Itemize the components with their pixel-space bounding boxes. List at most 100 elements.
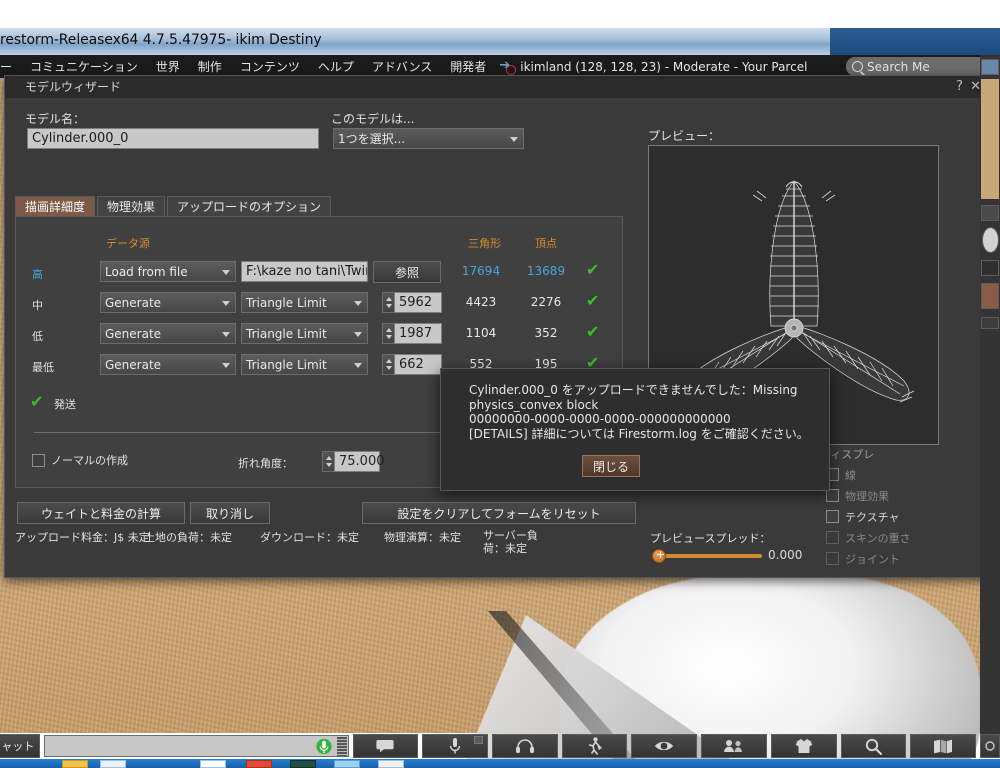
toolbar-button-move[interactable] <box>561 734 628 758</box>
toolbar-button-appearance[interactable] <box>770 734 837 758</box>
chevron-down-icon <box>354 301 362 306</box>
lod-row-label-low: 低 <box>32 330 43 343</box>
checkbox-box-icon <box>826 552 839 565</box>
tab-physics[interactable]: 物理効果 <box>97 196 166 217</box>
lod-spinner-lowest[interactable]: 662 <box>382 354 442 375</box>
taskbar-item-3[interactable] <box>200 760 226 768</box>
taskbar-item-7[interactable] <box>378 760 404 768</box>
taskbar-item-2[interactable] <box>100 760 126 768</box>
lod-limit-select-medium[interactable]: Triangle Limit <box>241 292 368 313</box>
chat-button[interactable]: ャット <box>0 734 40 758</box>
sidebar-icon-3[interactable] <box>981 260 999 276</box>
taskbar-item-6[interactable] <box>334 760 360 768</box>
lod-limit-number-lowest[interactable]: 662 <box>394 354 442 375</box>
microphone-icon <box>449 738 461 754</box>
taskbar-item-4[interactable] <box>246 760 272 768</box>
display-option-skin-weight: スキンの重さ <box>820 529 960 546</box>
error-line-2: physics_convex block <box>469 397 599 412</box>
tab-upload-options[interactable]: アップロードのオプション <box>167 196 332 217</box>
toolbar-button-people[interactable] <box>701 734 767 758</box>
search-icon <box>865 738 883 755</box>
display-option-physics[interactable]: 物理効果 <box>820 487 960 504</box>
shirt-icon <box>795 739 812 753</box>
spinner-arrows-icon[interactable] <box>382 323 394 344</box>
toolbar-button-view[interactable] <box>631 734 698 758</box>
model-kind-select[interactable]: 1つを選択... <box>333 128 524 149</box>
toolbar-button-search[interactable] <box>840 734 907 758</box>
sidebar-icon-4[interactable] <box>981 283 999 309</box>
cancel-button[interactable]: 取り消し <box>190 502 270 524</box>
error-close-button[interactable]: 閉じる <box>582 455 640 477</box>
lod-source-select-medium[interactable]: Generate <box>100 292 236 313</box>
toolbar-button-chat[interactable] <box>352 734 419 758</box>
chat-input[interactable] <box>43 735 349 757</box>
lod-file-path-high[interactable]: F:\kaze no tani\Twin To <box>241 261 368 282</box>
calculate-weights-button[interactable]: ウェイトと料金の計算 <box>17 502 185 524</box>
microphone-icon[interactable] <box>315 737 332 756</box>
lod-limit-number-low[interactable]: 1987 <box>394 323 442 344</box>
lod-source-select-low[interactable]: Generate <box>100 323 236 344</box>
preview-spread-value: 0.000 <box>768 548 803 562</box>
screen-root: restorm-Releasex64 4.7.5.47975- ikim Des… <box>0 0 1000 768</box>
chevron-down-icon <box>222 270 230 275</box>
model-name-input[interactable]: Cylinder.000_0 <box>27 128 319 149</box>
display-option-textures[interactable]: テクスチャ <box>820 508 960 525</box>
reset-form-button[interactable]: 設定をクリアしてフォームをリセット <box>362 502 636 524</box>
status-download: ダウンロード：未定 <box>260 531 359 544</box>
browse-button-high[interactable]: 参照 <box>373 261 441 283</box>
display-option-skin-weight-label: スキンの重さ <box>845 531 911 545</box>
lod-limit-value-medium: Triangle Limit <box>246 295 327 310</box>
upload-error-dialog[interactable]: Cylinder.000_0 をアップロードできませんでした：Missing p… <box>440 368 830 491</box>
toolbar-button-map[interactable] <box>910 734 977 758</box>
search-input[interactable]: Search Me <box>846 57 996 76</box>
lod-source-value-lowest: Generate <box>105 357 162 372</box>
taskbar-item-5[interactable] <box>290 760 316 768</box>
upload-error-message: Cylinder.000_0 をアップロードできませんでした：Missing p… <box>469 383 809 441</box>
sidebar-icon-top[interactable] <box>981 59 999 75</box>
lod-limit-number-medium[interactable]: 5962 <box>394 292 442 313</box>
spinner-arrows-icon[interactable] <box>382 292 394 313</box>
lod-source-select-high[interactable]: Load from file <box>100 261 236 282</box>
spinner-arrows-icon[interactable] <box>322 451 334 472</box>
walk-person-icon <box>588 737 602 755</box>
display-option-textures-label: テクスチャ <box>845 510 900 524</box>
taskbar-item-1[interactable] <box>62 760 88 768</box>
status-server-load: サーバー負荷：未定 <box>483 529 538 555</box>
slider-knob[interactable] <box>652 548 666 563</box>
lod-limit-select-lowest[interactable]: Triangle Limit <box>241 354 368 375</box>
os-taskbar[interactable] <box>0 759 1000 768</box>
toolbar-button-overflow[interactable] <box>980 734 1000 758</box>
sidebar-strip[interactable] <box>980 55 1000 745</box>
chevron-down-icon <box>222 363 230 368</box>
lod-spinner-medium[interactable]: 5962 <box>382 292 442 313</box>
sidebar-icon-2[interactable] <box>981 205 999 221</box>
lod-vertices-low: 352 <box>534 326 558 340</box>
sidebar-icon-5[interactable] <box>981 317 999 329</box>
lod-source-select-lowest[interactable]: Generate <box>100 354 236 375</box>
preview-spread-slider[interactable]: 0.000 <box>650 548 830 564</box>
toolbar-button-audio[interactable] <box>492 734 558 758</box>
lod-spinner-low[interactable]: 1987 <box>382 323 442 344</box>
slider-track[interactable] <box>662 554 762 558</box>
spinner-arrows-icon[interactable] <box>382 354 394 375</box>
sidebar-avatar[interactable] <box>982 227 999 253</box>
lod-status-medium: ✔ <box>586 291 600 310</box>
search-icon <box>852 61 863 72</box>
generate-normals-checkbox[interactable]: ノーマルの作成 <box>32 452 128 468</box>
chevron-down-icon <box>222 301 230 306</box>
lod-limit-select-low[interactable]: Triangle Limit <box>241 323 368 344</box>
lod-row-label-high: 高 <box>32 268 43 281</box>
help-icon[interactable]: ? <box>956 79 963 94</box>
chat-resize-grip[interactable] <box>336 737 347 756</box>
crease-angle-spinner[interactable]: 75.000 <box>322 451 385 472</box>
crease-angle-value[interactable]: 75.000 <box>334 451 385 472</box>
display-option-edges[interactable]: 線 <box>820 466 960 483</box>
speak-options-chevron-icon[interactable] <box>474 736 483 744</box>
floater-titlebar[interactable] <box>5 76 993 98</box>
model-wizard-floater[interactable]: モデルウィザード ? ✕ モデル名： Cylinder.000_0 このモデルは… <box>4 75 993 578</box>
circle-icon <box>985 741 995 751</box>
display-option-joints: ジョイント <box>820 550 960 567</box>
location-label: ikimland (128, 128, 23) - Moderate - You… <box>520 59 808 74</box>
tab-lod[interactable]: 描画詳細度 <box>15 196 96 217</box>
toolbar-button-speak[interactable] <box>422 734 488 758</box>
